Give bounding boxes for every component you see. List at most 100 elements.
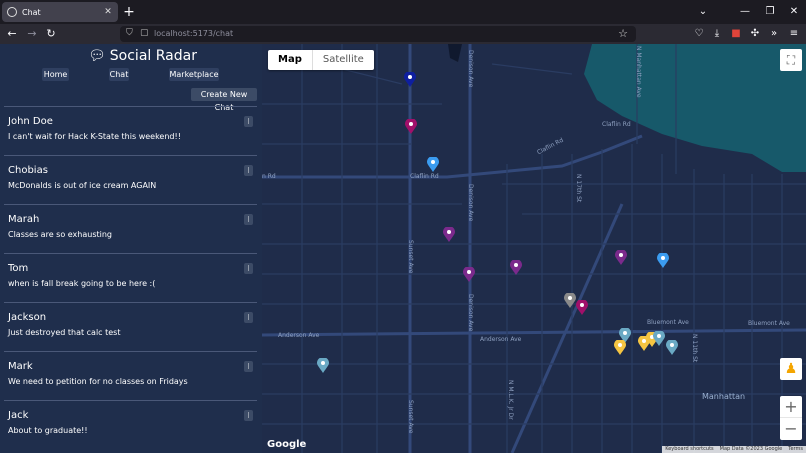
map-view[interactable]: n Rd Claflin Rd Claflin Rd Claflin Rd An… (262, 44, 806, 453)
map-pin-icon[interactable] (657, 253, 669, 269)
restore-icon[interactable]: ❐ (763, 5, 777, 19)
page-icon: ▢ (140, 28, 149, 38)
bookmark-star-icon[interactable]: ☆ (618, 27, 628, 40)
top-nav: Home Chat Marketplace (0, 68, 262, 82)
street-label: Denison Ave (467, 184, 474, 221)
street-label: N 11th St (691, 334, 698, 362)
street-view-pegman-icon[interactable]: ♟ (780, 358, 802, 380)
map-pin-icon[interactable] (666, 340, 678, 356)
keyboard-shortcuts-link[interactable]: Keyboard shortcuts (662, 446, 716, 453)
map-pin-icon[interactable] (443, 227, 455, 243)
more-options-icon[interactable]: ⁝ (244, 410, 253, 421)
chat-message: We need to petition for no classes on Fr… (8, 377, 188, 386)
zoom-in-button[interactable]: + (780, 396, 802, 418)
more-options-icon[interactable]: ⁝ (244, 116, 253, 127)
browser-tab[interactable]: Chat ✕ (2, 2, 118, 22)
minimize-icon[interactable]: — (738, 5, 752, 19)
nav-marketplace[interactable]: Marketplace (169, 68, 219, 81)
chat-bubble-icon: 💬︎ (88, 48, 106, 64)
chat-name: Mark (8, 361, 33, 372)
chat-name: John Doe (8, 116, 53, 127)
tab-close-icon[interactable]: ✕ (102, 7, 114, 17)
url-bar[interactable]: ⛉ ▢ localhost:5173/chat ☆ (120, 26, 636, 42)
chat-message: I can't wait for Hack K-State this weeke… (8, 132, 181, 141)
nav-chat[interactable]: Chat (109, 68, 129, 81)
map-type-satellite-button[interactable]: Satellite (313, 50, 374, 70)
extensions-puzzle-icon[interactable]: ✣ (748, 27, 762, 41)
more-options-icon[interactable]: ⁝ (244, 312, 253, 323)
back-icon[interactable]: ← (5, 27, 19, 41)
reload-icon[interactable]: ↻ (44, 27, 58, 41)
more-options-icon[interactable]: ⁝ (244, 361, 253, 372)
create-new-chat-button[interactable]: Create New Chat (191, 88, 257, 101)
map-pin-icon[interactable] (427, 157, 439, 173)
map-pin-icon[interactable] (405, 119, 417, 135)
chat-item[interactable]: Marah Classes are so exhausting ⁝ (4, 204, 257, 253)
chat-item[interactable]: John Doe I can't wait for Hack K-State t… (4, 106, 257, 155)
chat-message: About to graduate!! (8, 426, 88, 435)
street-label: Bluemont Ave (647, 319, 689, 326)
map-pin-icon[interactable] (404, 72, 416, 88)
more-options-icon[interactable]: ⁝ (244, 214, 253, 225)
url-text[interactable]: localhost:5173/chat (154, 28, 233, 40)
map-attribution: Keyboard shortcuts Map Data ©2023 Google… (662, 446, 806, 453)
chat-item[interactable]: Jackson Just destroyed that calc test ⁝ (4, 302, 257, 351)
city-label: Manhattan (702, 392, 745, 401)
more-options-icon[interactable]: ⁝ (244, 263, 253, 274)
zoom-out-button[interactable]: − (780, 418, 802, 440)
map-type-control: Map Satellite (268, 50, 374, 70)
brand-name: Social Radar (110, 48, 197, 64)
street-label: N 17th St (575, 174, 582, 202)
street-label: Denison Ave (467, 50, 474, 87)
hamburger-menu-icon[interactable]: ≡ (787, 27, 801, 41)
chat-item[interactable]: Mark We need to petition for no classes … (4, 351, 257, 400)
sidebar: 💬︎ Social Radar Home Chat Marketplace Cr… (0, 44, 262, 453)
map-type-map-button[interactable]: Map (268, 50, 313, 70)
chat-name: Jack (8, 410, 28, 421)
shield-icon[interactable]: ⛉ (126, 28, 133, 38)
pocket-icon[interactable]: ♡ (692, 27, 706, 41)
fullscreen-icon[interactable]: ⛶ (780, 49, 802, 71)
extension-icon[interactable]: ■ (729, 27, 743, 41)
chat-name: Chobias (8, 165, 48, 176)
downloads-icon[interactable]: ⤓ (710, 27, 724, 41)
street-label: Bluemont Ave (748, 320, 790, 327)
map-pin-icon[interactable] (317, 358, 329, 374)
map-pin-icon[interactable] (653, 331, 665, 347)
street-label: Denison Ave (467, 294, 474, 331)
zoom-control: + − (780, 396, 802, 440)
street-label: N M.L.K. Jr Dr (507, 380, 514, 420)
chat-name: Jackson (8, 312, 46, 323)
chat-message: when is fall break going to be here :( (8, 279, 155, 288)
street-label: Anderson Ave (278, 332, 319, 339)
map-data-text: Map Data ©2023 Google (717, 446, 786, 453)
chat-item[interactable]: Tom when is fall break going to be here … (4, 253, 257, 302)
new-tab-button[interactable]: + (122, 4, 136, 20)
chat-message: Just destroyed that calc test (8, 328, 120, 337)
map-pin-icon[interactable] (615, 250, 627, 266)
tab-title: Chat (22, 8, 102, 17)
terms-link[interactable]: Terms (785, 446, 806, 453)
list-tabs-icon[interactable]: ⌄ (696, 5, 710, 19)
map-pin-icon[interactable] (614, 340, 626, 356)
street-label: Claflin Rd (410, 173, 439, 180)
chat-name: Tom (8, 263, 28, 274)
tab-favicon-icon (7, 7, 17, 17)
street-label: n Rd (262, 173, 276, 180)
window-close-icon[interactable]: ✕ (787, 5, 801, 19)
more-options-icon[interactable]: ⁝ (244, 165, 253, 176)
overflow-chevrons-icon[interactable]: » (767, 27, 781, 41)
forward-icon[interactable]: → (25, 27, 39, 41)
chat-message: Classes are so exhausting (8, 230, 112, 239)
browser-nav-bar: ← → ↻ ⛉ ▢ localhost:5173/chat ☆ ♡ ⤓ ■ ✣ … (0, 24, 806, 44)
brand: 💬︎ Social Radar (88, 48, 197, 64)
map-pin-icon[interactable] (564, 293, 576, 309)
street-label: Claflin Rd (602, 121, 631, 128)
chat-item[interactable]: Jack About to graduate!! ⁝ (4, 400, 257, 449)
chat-message: McDonalds is out of ice cream AGAIN (8, 181, 156, 190)
map-pin-icon[interactable] (463, 267, 475, 283)
nav-home[interactable]: Home (42, 68, 69, 81)
map-pin-icon[interactable] (576, 300, 588, 316)
map-pin-icon[interactable] (510, 260, 522, 276)
chat-item[interactable]: Chobias McDonalds is out of ice cream AG… (4, 155, 257, 204)
